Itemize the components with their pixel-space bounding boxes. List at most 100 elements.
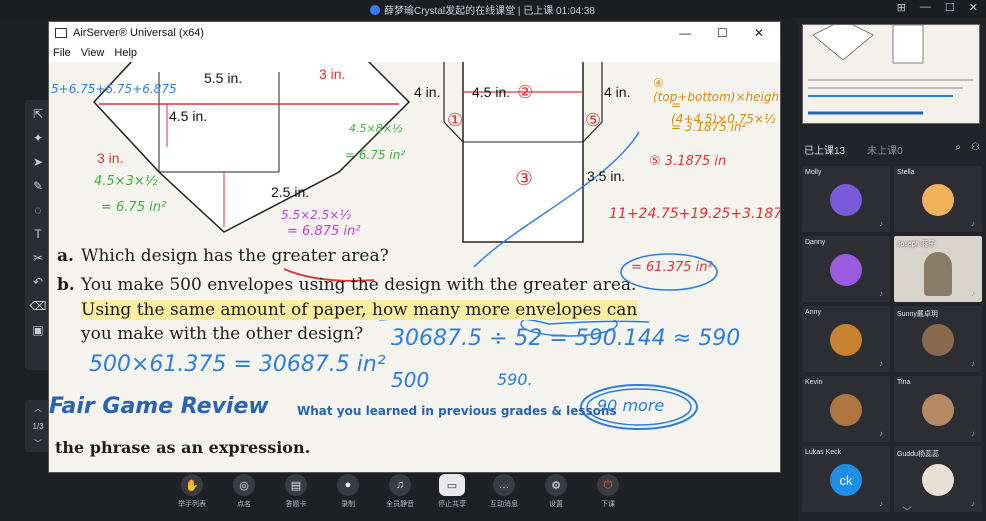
minimize-icon[interactable]: — <box>920 1 931 14</box>
app-title-bar: 薛梦瑜Crystal发起的在线课堂 | 已上课 01:04:38 ⊞ — ☐ ✕ <box>0 0 986 18</box>
participant-grid: Molly ♪ Stella ♪ Danny ♪ Joseph 蒋子 ♪ Ann… <box>802 166 982 512</box>
airserver-maximize-icon[interactable]: ☐ <box>717 26 728 40</box>
hw-calc-div: 30687.5 ÷ 52 = 590.144 ≈ 590 <box>391 326 741 351</box>
select-tool-icon[interactable]: ⇱ <box>30 106 46 122</box>
participant-tile[interactable]: Sunny戴卓玥 ♪ <box>894 306 982 372</box>
preview-drawing <box>803 25 979 123</box>
hw-mid-calc4: = 6.875 in² <box>287 224 361 239</box>
roll-call-icon: ◎ <box>233 474 255 496</box>
pin-icon[interactable]: ⊞ <box>897 1 906 14</box>
hw-sum-line: 11+24.75+19.25+3.1875+ <box>609 206 780 222</box>
pointer-tool-icon[interactable]: ➤ <box>30 154 46 170</box>
mic-icon: ♪ <box>971 499 975 508</box>
avatar <box>922 394 954 426</box>
avatar <box>830 184 862 216</box>
participant-name: Tina <box>897 379 911 386</box>
avatar <box>922 184 954 216</box>
settings-button[interactable]: ⚙ 设置 <box>534 474 578 518</box>
participant-name: Kevin <box>805 379 823 386</box>
airserver-window-controls: — ☐ ✕ <box>679 26 780 40</box>
settings-label: 设置 <box>549 501 563 508</box>
pen-tool-icon[interactable]: ✎ <box>30 178 46 194</box>
class-status-icon <box>370 4 380 15</box>
participant-tile[interactable]: Stella ♪ <box>894 166 982 232</box>
user-settings-icon[interactable]: ⚇ <box>971 142 980 157</box>
airserver-title: AirServer® Universal (x64) <box>73 27 204 39</box>
participant-name: Lukas Keck <box>805 449 842 456</box>
phrase-instruction: the phrase as an expression. <box>55 438 311 457</box>
collapse-chevron-icon[interactable]: ﹀ <box>902 503 912 518</box>
question-b-letter: b. <box>57 275 75 295</box>
hand-list-button[interactable]: ✋ 举手列表 <box>170 474 214 518</box>
stop-share-label: 停止共享 <box>438 501 466 508</box>
question-b-line3: you make with the other design? <box>81 324 364 344</box>
participant-tile-video[interactable]: Joseph 蒋子 ♪ <box>894 236 982 302</box>
toolbox-icon[interactable]: ▣ <box>30 322 46 338</box>
participant-tile[interactable]: Kevin ♪ <box>802 376 890 442</box>
airserver-app-icon <box>55 28 67 38</box>
menu-view[interactable]: View <box>81 47 105 59</box>
page-up-icon[interactable]: ︿ <box>34 403 42 414</box>
record-label: 录制 <box>341 501 355 508</box>
screen-share-preview[interactable] <box>802 24 980 124</box>
end-class-icon: ⏻ <box>597 474 619 496</box>
page-indicator: 1/3 <box>32 421 44 431</box>
stop-share-button[interactable]: ▭ 停止共享 <box>430 474 474 518</box>
tab-absent[interactable]: 未上课0 <box>867 142 903 157</box>
roll-call-button[interactable]: ◎ 点名 <box>222 474 266 518</box>
tab-attended[interactable]: 已上课13 <box>804 142 845 157</box>
participant-tile[interactable]: Anny ♪ <box>802 306 890 372</box>
maximize-icon[interactable]: ☐ <box>945 1 955 14</box>
laser-tool-icon[interactable]: ✦ <box>30 130 46 146</box>
participant-tile[interactable]: Lukas Keck ck ♪ <box>802 446 890 512</box>
dim-45-right: 4.5 in. <box>472 84 511 100</box>
participant-tabs: 已上课13 未上课0 ⌕ ⚇ <box>804 142 980 157</box>
airserver-minimize-icon[interactable]: — <box>679 26 691 40</box>
mic-icon: ♪ <box>971 219 975 228</box>
undo-icon[interactable]: ↶ <box>30 274 46 290</box>
participant-tile[interactable]: Danny ♪ <box>802 236 890 302</box>
close-icon[interactable]: ✕ <box>969 1 978 14</box>
participant-name: Sunny戴卓玥 <box>897 311 938 318</box>
scissors-tool-icon[interactable]: ✂ <box>30 250 46 266</box>
avatar-initials: ck <box>830 464 862 496</box>
dim-3-top: 3 in. <box>319 66 346 82</box>
shape-tool-icon[interactable]: ◌ <box>30 202 46 218</box>
record-button[interactable]: ● 录制 <box>326 474 370 518</box>
shared-screen: 5.5 in. 4.5 in. 3 in. 3 in. 2.5 in. 4 in… <box>49 62 780 472</box>
mic-icon: ♪ <box>879 499 883 508</box>
answer-card-button[interactable]: ▤ 答题卡 <box>274 474 318 518</box>
hw-top-left-sum: 5+6.75+6.75+6.875 <box>51 82 177 96</box>
end-class-button[interactable]: ⏻ 下课 <box>586 474 630 518</box>
participant-name: Joseph 蒋子 <box>897 241 936 248</box>
participant-tile[interactable]: Tina ♪ <box>894 376 982 442</box>
question-b-line1: You make 500 envelopes using the design … <box>81 275 637 295</box>
fair-game-subheading: What you learned in previous grades & le… <box>297 404 617 418</box>
airserver-close-icon[interactable]: ✕ <box>754 26 764 40</box>
eraser-tool-icon[interactable]: ⌫ <box>30 298 47 314</box>
airserver-window: AirServer® Universal (x64) — ☐ ✕ File Vi… <box>49 22 780 472</box>
page-down-icon[interactable]: ﹀ <box>34 438 42 449</box>
participant-tile[interactable]: Molly ♪ <box>802 166 890 232</box>
dim-4-left: 4 in. <box>414 84 441 100</box>
search-icon[interactable]: ⌕ <box>955 142 961 157</box>
menu-help[interactable]: Help <box>114 47 137 59</box>
question-a: Which design has the greater area? <box>81 246 389 266</box>
avatar <box>830 254 862 286</box>
avatar <box>922 324 954 356</box>
dim-45: 4.5 in. <box>169 108 208 124</box>
class-title-text: 薛梦瑜Crystal发起的在线课堂 | 已上课 01:04:38 <box>384 6 595 17</box>
end-class-label: 下课 <box>601 501 615 508</box>
chat-button[interactable]: … 互动消息 <box>482 474 526 518</box>
airserver-menubar: File View Help <box>49 44 780 62</box>
mute-all-button[interactable]: ♫ 全员静音 <box>378 474 422 518</box>
text-tool-icon[interactable]: T <box>30 226 46 242</box>
avatar <box>922 464 954 496</box>
hw-circle-1: ① <box>447 110 464 131</box>
hw-circle-2: ② <box>517 82 534 103</box>
menu-file[interactable]: File <box>53 47 71 59</box>
hw-total: = 61.375 in² <box>631 260 713 275</box>
page-navigator: ︿ 1/3 ﹀ <box>25 400 51 452</box>
avatar <box>830 394 862 426</box>
hw-calc-main: 500×61.375 = 30687.5 in² <box>89 352 386 377</box>
